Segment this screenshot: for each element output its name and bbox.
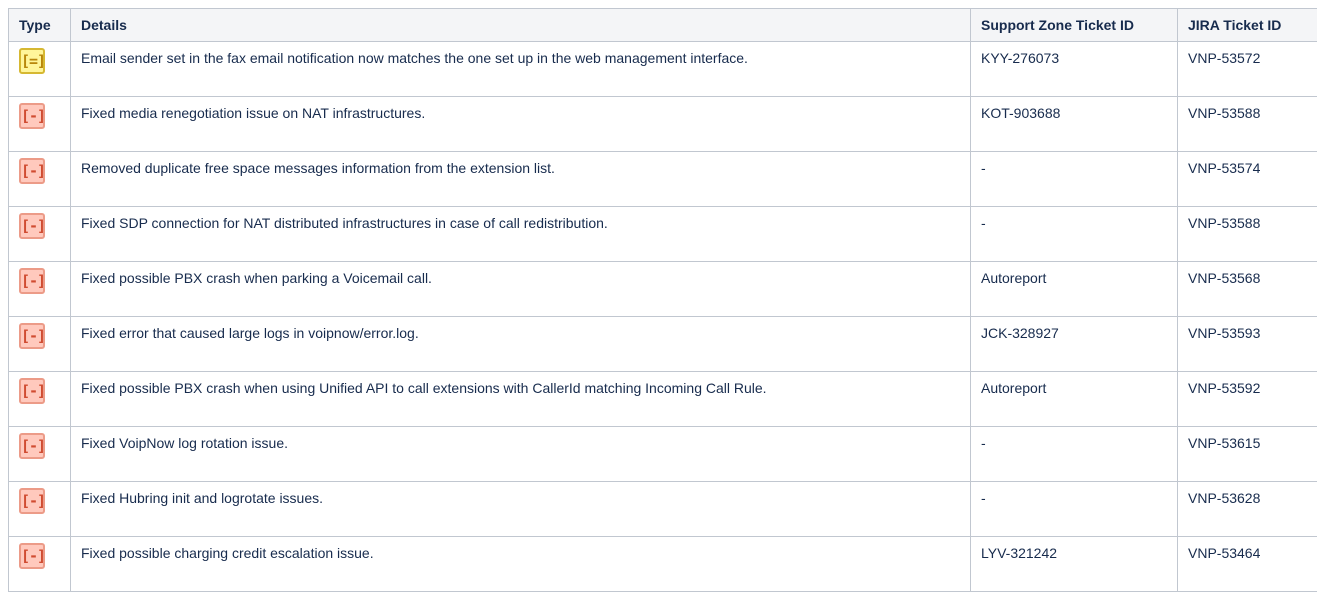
table-row: [=] Email sender set in the fax email no… xyxy=(8,41,1317,97)
support-zone-cell: LYV-321242 xyxy=(970,536,1178,592)
type-cell: [-] xyxy=(8,481,71,537)
type-cell: [-] xyxy=(8,536,71,592)
details-cell: Fixed Hubring init and logrotate issues. xyxy=(70,481,971,537)
details-cell: Fixed possible PBX crash when parking a … xyxy=(70,261,971,317)
table-row: [-] Fixed possible charging credit escal… xyxy=(8,536,1317,592)
details-cell: Fixed media renegotiation issue on NAT i… xyxy=(70,96,971,152)
support-zone-cell: JCK-328927 xyxy=(970,316,1178,372)
jira-cell: VNP-53464 xyxy=(1177,536,1317,592)
details-cell: Fixed SDP connection for NAT distributed… xyxy=(70,206,971,262)
jira-cell: VNP-53574 xyxy=(1177,151,1317,207)
fixed-icon: [-] xyxy=(19,213,46,239)
jira-cell: VNP-53572 xyxy=(1177,41,1317,97)
jira-cell: VNP-53568 xyxy=(1177,261,1317,317)
support-zone-cell: Autoreport xyxy=(970,261,1178,317)
changed-icon: [=] xyxy=(19,48,46,74)
table-row: [-] Fixed media renegotiation issue on N… xyxy=(8,96,1317,152)
type-cell: [-] xyxy=(8,96,71,152)
type-cell: [-] xyxy=(8,426,71,482)
jira-cell: VNP-53593 xyxy=(1177,316,1317,372)
jira-cell: VNP-53588 xyxy=(1177,96,1317,152)
support-zone-cell: KOT-903688 xyxy=(970,96,1178,152)
type-cell: [=] xyxy=(8,41,71,97)
type-cell: [-] xyxy=(8,206,71,262)
fixed-icon: [-] xyxy=(19,378,46,404)
type-cell: [-] xyxy=(8,151,71,207)
table-header-row: Type Details Support Zone Ticket ID JIRA… xyxy=(8,8,1317,42)
table-row: [-] Fixed Hubring init and logrotate iss… xyxy=(8,481,1317,537)
support-zone-cell: - xyxy=(970,481,1178,537)
table-row: [-] Fixed VoipNow log rotation issue. - … xyxy=(8,426,1317,482)
fixed-icon: [-] xyxy=(19,268,46,294)
support-zone-cell: - xyxy=(970,426,1178,482)
jira-cell: VNP-53628 xyxy=(1177,481,1317,537)
fixed-icon: [-] xyxy=(19,323,46,349)
details-cell: Removed duplicate free space messages in… xyxy=(70,151,971,207)
details-cell: Fixed possible PBX crash when using Unif… xyxy=(70,371,971,427)
type-cell: [-] xyxy=(8,316,71,372)
header-jira-ticket-id[interactable]: JIRA Ticket ID xyxy=(1177,8,1317,42)
table-row: [-] Fixed error that caused large logs i… xyxy=(8,316,1317,372)
details-cell: Fixed VoipNow log rotation issue. xyxy=(70,426,971,482)
jira-cell: VNP-53588 xyxy=(1177,206,1317,262)
fixed-icon: [-] xyxy=(19,433,46,459)
support-zone-cell: KYY-276073 xyxy=(970,41,1178,97)
fixed-icon: [-] xyxy=(19,488,46,514)
fixed-icon: [-] xyxy=(19,158,46,184)
details-cell: Fixed error that caused large logs in vo… xyxy=(70,316,971,372)
fixed-icon: [-] xyxy=(19,543,46,569)
jira-cell: VNP-53615 xyxy=(1177,426,1317,482)
support-zone-cell: Autoreport xyxy=(970,371,1178,427)
header-support-zone-ticket-id[interactable]: Support Zone Ticket ID xyxy=(970,8,1178,42)
jira-cell: VNP-53592 xyxy=(1177,371,1317,427)
type-cell: [-] xyxy=(8,261,71,317)
release-notes-table: Type Details Support Zone Ticket ID JIRA… xyxy=(8,8,1317,592)
details-cell: Fixed possible charging credit escalatio… xyxy=(70,536,971,592)
details-cell: Email sender set in the fax email notifi… xyxy=(70,41,971,97)
table-row: [-] Fixed possible PBX crash when using … xyxy=(8,371,1317,427)
support-zone-cell: - xyxy=(970,206,1178,262)
table-row: [-] Removed duplicate free space message… xyxy=(8,151,1317,207)
type-cell: [-] xyxy=(8,371,71,427)
table-row: [-] Fixed possible PBX crash when parkin… xyxy=(8,261,1317,317)
header-type[interactable]: Type xyxy=(8,8,71,42)
release-notes-table-container: Type Details Support Zone Ticket ID JIRA… xyxy=(8,8,1317,592)
table-row: [-] Fixed SDP connection for NAT distrib… xyxy=(8,206,1317,262)
support-zone-cell: - xyxy=(970,151,1178,207)
header-details[interactable]: Details xyxy=(70,8,971,42)
fixed-icon: [-] xyxy=(19,103,46,129)
